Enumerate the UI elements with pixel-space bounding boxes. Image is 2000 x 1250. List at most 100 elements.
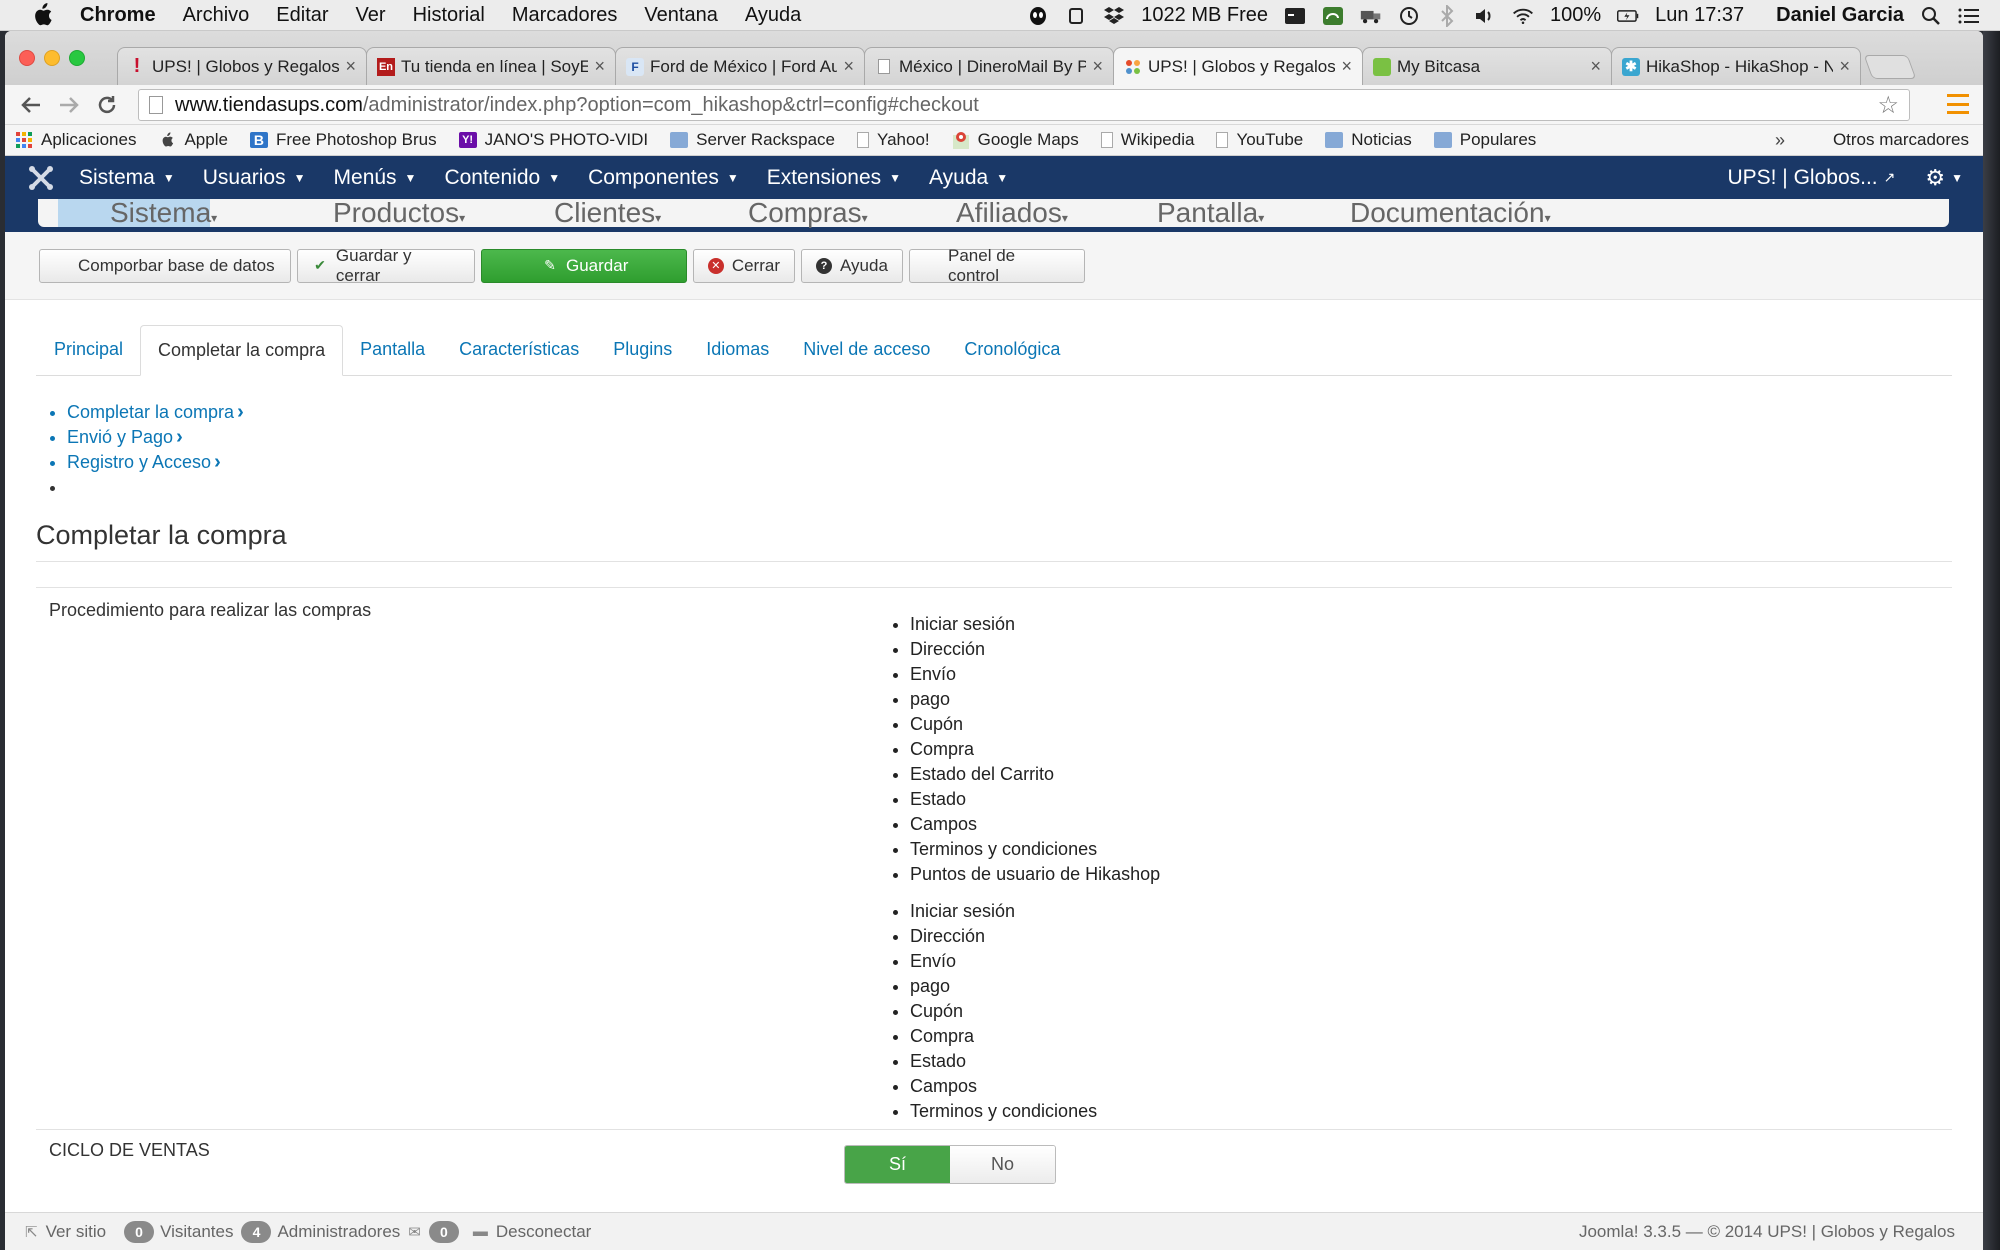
save-close-button[interactable]: ✔ Guardar y cerrar — [297, 246, 475, 285]
checkout-step[interactable]: Dirección — [910, 637, 1160, 662]
close-button[interactable]: ✕ Cerrar — [693, 248, 795, 283]
checkout-step[interactable]: Estado — [910, 787, 1160, 812]
tab-nivel-de-acceso[interactable]: Nivel de acceso — [786, 323, 947, 375]
alien-icon[interactable] — [1027, 5, 1049, 27]
hikashop-menu-sistema[interactable]: Sistema▾ — [58, 199, 217, 228]
admins-status[interactable]: 4 Administradores — [241, 1220, 400, 1243]
close-tab-icon[interactable]: × — [1590, 56, 1601, 77]
memory-status[interactable]: 1022 MB Free — [1141, 4, 1268, 27]
user-name[interactable]: Daniel Garcia — [1776, 4, 1904, 27]
bluetooth-icon[interactable] — [1436, 4, 1458, 27]
checkout-step[interactable]: Compra — [910, 737, 1160, 762]
bookmark-star-icon[interactable]: ☆ — [1877, 91, 1899, 120]
close-tab-icon[interactable]: × — [594, 56, 605, 77]
checkout-step[interactable]: Compra — [910, 1024, 1097, 1049]
checkout-step[interactable]: Estado del Carrito — [910, 762, 1160, 787]
toggle-no-button[interactable]: No — [950, 1146, 1055, 1183]
admin-menu-menus[interactable]: Menús ▼ — [334, 166, 417, 190]
hikashop-menu-pantalla[interactable]: Pantalla▾ — [1157, 199, 1264, 232]
checkout-step[interactable]: Terminos y condiciones — [910, 837, 1160, 862]
time-machine-icon[interactable] — [1398, 5, 1420, 27]
admin-menu-sistema[interactable]: Sistema ▼ — [79, 166, 175, 190]
page-info-icon[interactable] — [149, 96, 163, 114]
wifi-icon[interactable] — [1512, 5, 1534, 27]
reload-icon[interactable] — [93, 91, 121, 119]
checkout-step[interactable]: Iniciar sesión — [910, 899, 1097, 924]
checkout-step[interactable]: Iniciar sesión — [910, 612, 1160, 637]
site-link[interactable]: UPS! | Globos... ↗ — [1727, 166, 1895, 190]
messages-status[interactable]: ✉ 0 — [408, 1220, 465, 1243]
battery-percent[interactable]: 100% — [1550, 4, 1601, 27]
hikashop-menu-productos[interactable]: Productos▾ — [333, 199, 465, 232]
close-tab-icon[interactable]: × — [843, 56, 854, 77]
checkout-step[interactable]: Dirección — [910, 924, 1097, 949]
toggle-yes-button[interactable]: Sí — [845, 1146, 950, 1183]
menu-marcadores[interactable]: Marcadores — [512, 4, 618, 27]
dropbox-icon[interactable] — [1103, 5, 1125, 27]
admin-menu-contenido[interactable]: Contenido ▼ — [444, 166, 560, 190]
browser-tab-active[interactable]: UPS! | Globos y Regalos × — [1113, 47, 1363, 85]
apple-menu-icon[interactable] — [28, 1, 56, 29]
sales-cycle-toggle[interactable]: Sí No — [844, 1145, 1056, 1184]
checkout-step[interactable]: pago — [910, 687, 1160, 712]
bookmark-server-rackspace[interactable]: Server Rackspace — [670, 130, 835, 150]
close-window-button[interactable] — [19, 50, 35, 66]
bitcasa-status-icon[interactable] — [1322, 5, 1344, 27]
browser-tab[interactable]: My Bitcasa × — [1362, 47, 1612, 85]
view-site-link[interactable]: ⇱ Ver sitio — [25, 1222, 106, 1242]
hikashop-menu-clientes[interactable]: Clientes▾ — [554, 199, 661, 232]
bookmark-yahoo[interactable]: Yahoo! — [857, 130, 930, 150]
control-panel-button[interactable]: Panel de control — [909, 246, 1085, 285]
tab-principal[interactable]: Principal — [36, 323, 140, 375]
zoom-window-button[interactable] — [69, 50, 85, 66]
chrome-menu-icon[interactable] — [1947, 94, 1969, 114]
bookmark-noticias[interactable]: Noticias — [1325, 130, 1412, 150]
checkout-step[interactable]: Campos — [910, 1074, 1097, 1099]
spotlight-search-icon[interactable] — [1920, 5, 1942, 27]
settings-dropdown[interactable]: ⚙ ▼ — [1925, 165, 1963, 191]
menu-historial[interactable]: Historial — [413, 4, 485, 27]
browser-tab[interactable]: México | DineroMail By P × — [864, 47, 1114, 85]
address-bar[interactable]: www.tiendasups.com /administrator/index.… — [138, 89, 1910, 121]
admin-menu-usuarios[interactable]: Usuarios ▼ — [203, 166, 306, 190]
forward-arrow-icon[interactable] — [55, 91, 83, 119]
checkout-step[interactable]: Envío — [910, 949, 1097, 974]
tab-cronologica[interactable]: Cronológica — [947, 323, 1077, 375]
checkout-step[interactable]: Cupón — [910, 999, 1097, 1024]
minimize-window-button[interactable] — [44, 50, 60, 66]
sync-icon[interactable] — [1065, 5, 1087, 27]
menu-ventana[interactable]: Ventana — [644, 4, 717, 27]
bookmark-janos[interactable]: Y! JANO'S PHOTO-VIDI — [458, 130, 648, 150]
bookmark-google-maps[interactable]: Google Maps — [952, 130, 1079, 150]
section-link[interactable]: Envió y Pago› — [67, 425, 1952, 450]
bookmark-apple[interactable]: Apple — [158, 130, 228, 150]
checkout-step[interactable]: Cupón — [910, 712, 1160, 737]
hikashop-menu-documentacion[interactable]: Documentación▾ — [1350, 199, 1551, 232]
checkout-step[interactable]: pago — [910, 974, 1097, 999]
hikashop-menu-compras[interactable]: Compras▾ — [748, 199, 868, 232]
close-tab-icon[interactable]: × — [1839, 56, 1850, 77]
browser-tab[interactable]: ! UPS! | Globos y Regalos × — [117, 47, 367, 85]
new-tab-button[interactable] — [1863, 55, 1917, 79]
check-database-button[interactable]: Comporbar base de datos — [39, 248, 291, 283]
app-menu-chrome[interactable]: Chrome — [80, 4, 156, 27]
tab-plugins[interactable]: Plugins — [596, 323, 689, 375]
clock[interactable]: Lun 17:37 — [1655, 4, 1744, 27]
admin-menu-componentes[interactable]: Componentes ▼ — [588, 166, 739, 190]
browser-tab[interactable]: ✱ HikaShop - HikaShop - N × — [1611, 47, 1861, 85]
tab-caracteristicas[interactable]: Características — [442, 323, 596, 375]
bookmark-youtube[interactable]: YouTube — [1216, 130, 1303, 150]
menu-archivo[interactable]: Archivo — [183, 4, 250, 27]
logout-link[interactable]: ▬ Desconectar — [473, 1222, 591, 1242]
checkout-step[interactable]: Puntos de usuario de Hikashop — [910, 862, 1160, 887]
browser-tab[interactable]: En Tu tienda en línea | SoyE × — [366, 47, 616, 85]
admin-menu-extensiones[interactable]: Extensiones ▼ — [767, 166, 901, 190]
joomla-logo-icon[interactable] — [27, 164, 55, 192]
section-link[interactable]: Registro y Acceso› — [67, 450, 1952, 475]
bookmark-apps[interactable]: Aplicaciones — [15, 130, 136, 150]
tab-completar-la-compra[interactable]: Completar la compra — [140, 325, 344, 376]
notification-center-icon[interactable] — [1958, 5, 1980, 27]
back-arrow-icon[interactable] — [17, 91, 45, 119]
tab-idiomas[interactable]: Idiomas — [689, 323, 786, 375]
help-button[interactable]: ? Ayuda — [801, 248, 903, 283]
